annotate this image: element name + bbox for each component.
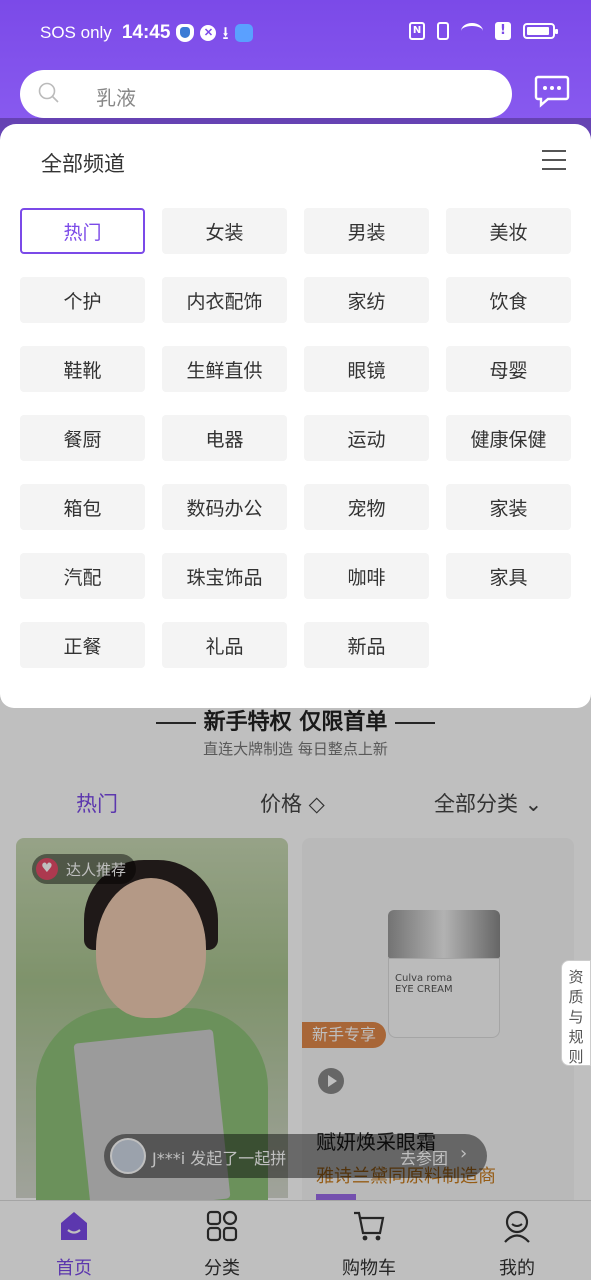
nav-category[interactable]: 分类 [172, 1209, 272, 1280]
channel-grid: 热门 女装 男装 美妆个护 内衣配饰 家纺 饮食鞋靴 生鲜直供 眼镜 母婴餐厨 电器 运动 健康保健箱包… [20, 208, 571, 668]
vibrate-icon [437, 22, 449, 40]
panel-title: 全部频道 [41, 152, 125, 176]
channel-chip[interactable]: 女装 [162, 208, 287, 254]
channel-chip[interactable]: 新品 [304, 622, 429, 668]
nav-home-label: 首页 [56, 1258, 92, 1279]
close-circle-icon: ✕ [200, 25, 217, 41]
nav-cart[interactable]: 购物车 [319, 1209, 419, 1280]
chat-bubble-icon[interactable] [534, 74, 570, 108]
carrier-label: SOS only [40, 23, 112, 42]
status-right: N ! [409, 22, 558, 40]
nfc-icon: N [409, 22, 425, 40]
channel-chip[interactable]: 咖啡 [304, 553, 429, 599]
channel-chip[interactable]: 美妆 [446, 208, 571, 254]
channel-chip[interactable]: 礼品 [162, 622, 287, 668]
cart-icon [354, 1211, 385, 1241]
channel-chip[interactable]: 热门 [20, 208, 145, 254]
clock: 14:45 [121, 22, 171, 43]
channel-chip[interactable]: 家纺 [304, 277, 429, 323]
channel-chip[interactable]: 眼镜 [304, 346, 429, 392]
battery-icon [523, 23, 558, 39]
shield-icon [176, 24, 195, 42]
grid-icon [206, 1210, 238, 1242]
channel-chip[interactable]: 内衣配饰 [162, 277, 287, 323]
channel-chip[interactable]: 家具 [446, 553, 571, 599]
rules-tab-label[interactable]: 资质与规则 [562, 961, 590, 1067]
channel-chip[interactable]: 男装 [304, 208, 429, 254]
search-placeholder[interactable]: 乳液 [96, 82, 136, 111]
bottom-nav: 首页 分类 购物车 我的 [0, 1200, 591, 1280]
alert-icon: ! [495, 22, 511, 40]
channel-panel: 全部频道 热门 女装 男装 美妆个护 内衣配饰 家纺 饮食鞋靴 生鲜直供 眼镜 母婴餐厨 电器 运动健… [0, 124, 591, 708]
channel-chip[interactable]: 饮食 [446, 277, 571, 323]
wifi-icon [461, 23, 483, 39]
channel-chip[interactable]: 宠物 [304, 484, 429, 530]
home-icon [61, 1212, 87, 1240]
channel-chip[interactable]: 珠宝饰品 [162, 553, 287, 599]
channel-chip[interactable]: 家装 [446, 484, 571, 530]
nav-cart-label: 购物车 [342, 1258, 396, 1279]
channel-chip[interactable]: 电器 [162, 415, 287, 461]
channel-chip[interactable]: 数码办公 [162, 484, 287, 530]
nav-profile[interactable]: 我的 [467, 1209, 567, 1280]
search-bar[interactable]: 乳液 [20, 70, 512, 118]
nav-home[interactable]: 首页 [24, 1209, 124, 1280]
channel-chip[interactable]: 餐厨 [20, 415, 145, 461]
channel-chip[interactable]: 母婴 [446, 346, 571, 392]
menu-icon[interactable] [542, 150, 566, 170]
status-left: SOS only 14:45 ✕ ⭳ [40, 22, 253, 44]
download-icon: ⭳ [222, 23, 229, 43]
app-notification-icon [234, 24, 253, 42]
search-icon [38, 82, 59, 103]
channel-chip[interactable]: 生鲜直供 [162, 346, 287, 392]
nav-profile-label: 我的 [499, 1258, 535, 1279]
channel-chip[interactable]: 箱包 [20, 484, 145, 530]
channel-chip[interactable]: 个护 [20, 277, 145, 323]
rules-tab[interactable]: 资质与规则 [561, 960, 591, 1066]
channel-chip[interactable]: 运动 [304, 415, 429, 461]
channel-chip[interactable]: 健康保健 [446, 415, 571, 461]
channel-chip[interactable]: 鞋靴 [20, 346, 145, 392]
profile-icon [504, 1210, 530, 1243]
nav-category-label: 分类 [204, 1258, 240, 1279]
status-bar: SOS only 14:45 ✕ ⭳ N ! [0, 16, 591, 52]
channel-chip[interactable]: 正餐 [20, 622, 145, 668]
channel-chip[interactable]: 汽配 [20, 553, 145, 599]
